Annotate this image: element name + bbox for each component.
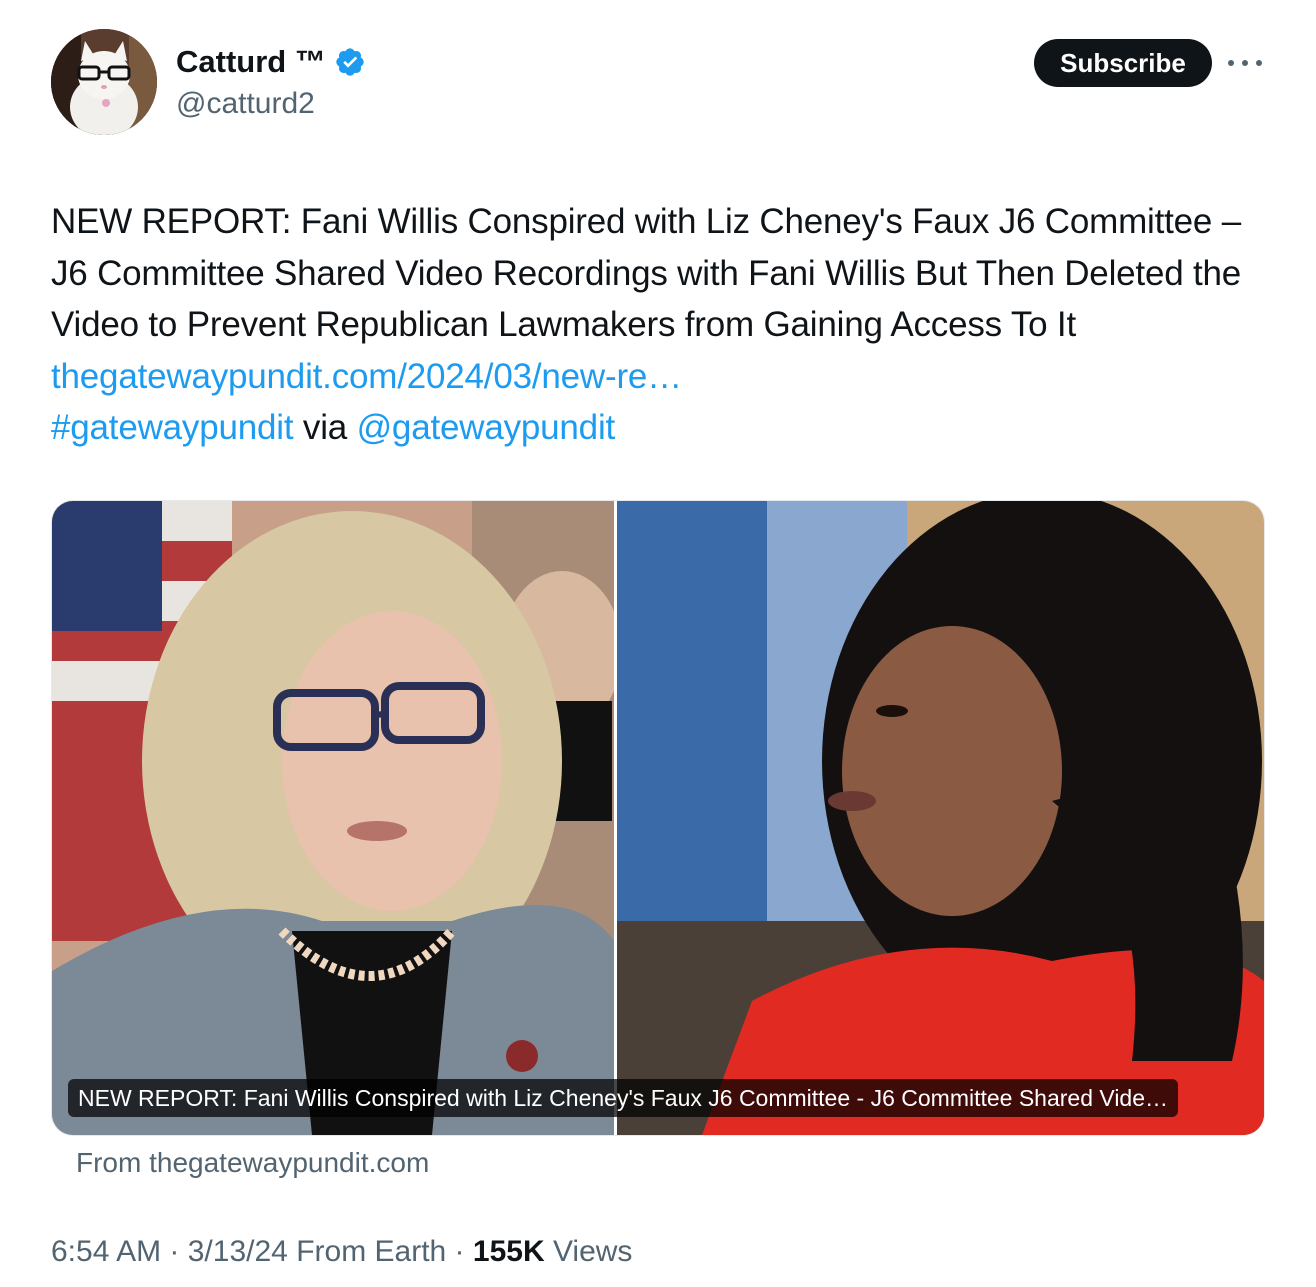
tweet-body: NEW REPORT: Fani Willis Conspired with L…: [51, 202, 1242, 344]
tweet-location: From Earth: [296, 1235, 447, 1268]
display-name-text: Catturd ™: [176, 44, 326, 79]
tweet-date[interactable]: 3/13/24: [188, 1235, 288, 1268]
meta-space: [288, 1235, 296, 1268]
cat-with-glasses-avatar-icon: [51, 29, 157, 135]
card-caption: NEW REPORT: Fani Willis Conspired with L…: [68, 1079, 1179, 1117]
author-handle[interactable]: @catturd2: [176, 84, 315, 124]
article-preview-image: [52, 501, 1264, 1135]
more-dot: [1228, 60, 1234, 66]
more-options-icon[interactable]: [1228, 48, 1262, 78]
tweet-meta: 6:54 AM · 3/13/24 From Earth · 155K View…: [51, 1232, 632, 1272]
meta-separator: ·: [161, 1235, 188, 1268]
author-avatar[interactable]: [51, 29, 157, 135]
link-preview-card[interactable]: NEW REPORT: Fani Willis Conspired with L…: [51, 500, 1265, 1136]
subscribe-button[interactable]: Subscribe: [1034, 39, 1212, 87]
via-text: via: [293, 408, 357, 447]
more-dot: [1256, 60, 1262, 66]
views-label: Views: [544, 1235, 633, 1268]
tweet-mention[interactable]: @gatewaypundit: [357, 408, 616, 447]
author-display-name[interactable]: Catturd ™: [176, 42, 366, 82]
views-count: 155K: [472, 1235, 545, 1268]
tweet-link[interactable]: thegatewaypundit.com/2024/03/new-re…: [51, 357, 682, 396]
tweet-time[interactable]: 6:54 AM: [51, 1235, 161, 1268]
verified-badge-icon[interactable]: [334, 46, 366, 78]
meta-separator: ·: [446, 1235, 473, 1268]
more-dot: [1242, 60, 1248, 66]
card-source[interactable]: From thegatewaypundit.com: [76, 1144, 429, 1182]
tweet-text: NEW REPORT: Fani Willis Conspired with L…: [51, 196, 1271, 454]
tweet-hashtag[interactable]: #gatewaypundit: [51, 408, 294, 447]
